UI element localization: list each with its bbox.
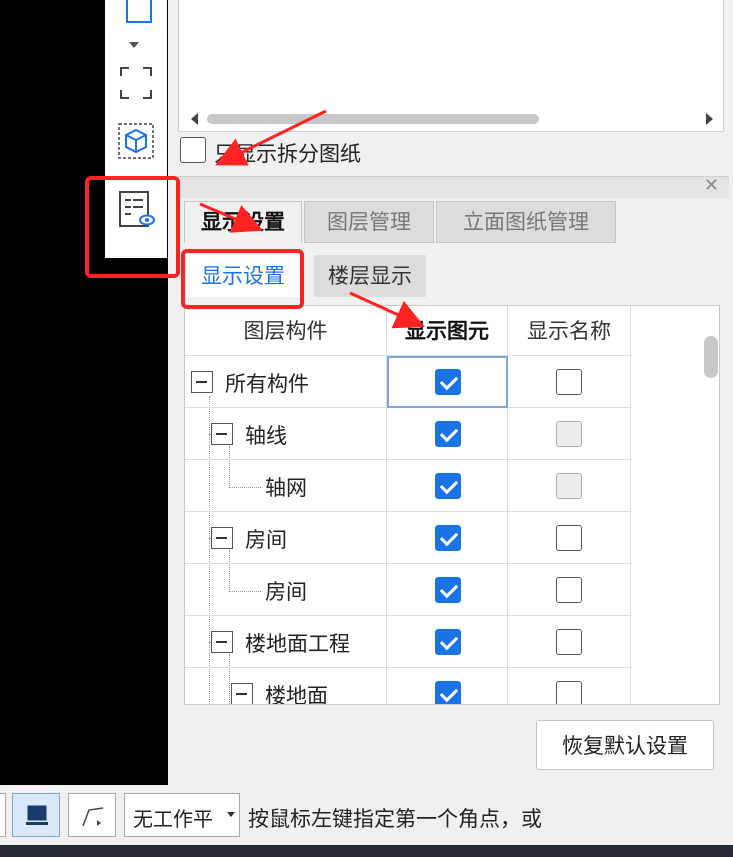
annotation-arrow [215, 109, 327, 166]
annotation-arrow [199, 202, 264, 233]
annotation-arrow [349, 291, 425, 329]
annotation-arrows [199, 109, 425, 329]
